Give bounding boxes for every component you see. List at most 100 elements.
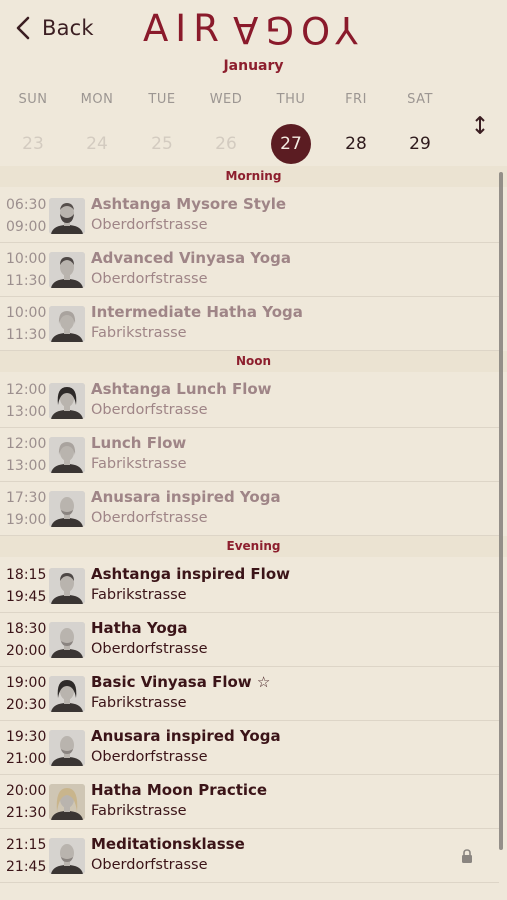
end-time: 21:30 [6, 805, 47, 821]
start-time: 20:00 [6, 783, 47, 799]
back-button[interactable]: Back [14, 12, 94, 44]
start-time: 12:00 [6, 382, 47, 398]
date-23[interactable]: 23 [13, 124, 53, 164]
class-row[interactable]: 19:00 20:30 Basic Vinyasa Flow ☆ Fabrikstra… [0, 667, 507, 721]
start-time: 06:30 [6, 197, 47, 213]
start-time: 19:30 [6, 729, 47, 745]
class-row[interactable]: 18:15 19:45 Ashtanga inspired Flow Fabrikst… [0, 559, 507, 613]
back-label: Back [42, 16, 94, 40]
date-selected[interactable]: 27 [271, 124, 311, 164]
scrollbar[interactable] [499, 172, 503, 850]
class-row[interactable]: 10:00 11:30 Intermediate Hatha Yoga Fabriks… [0, 297, 507, 351]
end-time: 13:00 [6, 458, 47, 474]
class-row[interactable]: 20:00 21:30 Hatha Moon Practice Fabrikstras… [0, 775, 507, 829]
avatar-man-short-hair [49, 252, 85, 288]
class-name: Basic Vinyasa Flow ☆ [91, 673, 271, 691]
avatar-man-bald [49, 622, 85, 658]
avatar-man-bald [49, 838, 85, 874]
date-26[interactable]: 26 [206, 124, 246, 164]
class-location: Oberdorfstrasse [91, 857, 208, 873]
teacher-avatar [49, 383, 85, 419]
class-name: Intermediate Hatha Yoga [91, 303, 303, 321]
avatar-man-bald [49, 730, 85, 766]
class-name: Meditationsklasse [91, 835, 245, 853]
section-header-noon: Noon [0, 351, 507, 372]
start-time: 10:00 [6, 251, 47, 267]
avatar-woman-light [49, 437, 85, 473]
weekday-mon: MON [80, 92, 114, 107]
date-29[interactable]: 29 [400, 124, 440, 164]
end-time: 20:30 [6, 697, 47, 713]
class-row[interactable]: 18:30 20:00 Hatha Yoga Oberdorfstrasse [0, 613, 507, 667]
weekday-tue: TUE [148, 92, 176, 107]
class-row[interactable]: 12:00 13:00 Ashtanga Lunch Flow Oberdorfstr… [0, 374, 507, 428]
weekday-thu: THU [276, 92, 306, 107]
end-time: 11:30 [6, 327, 47, 343]
class-location: Fabrikstrasse [91, 587, 187, 603]
class-row[interactable]: 17:30 19:00 Anusara inspired Yoga Oberdorfs… [0, 482, 507, 536]
end-time: 11:30 [6, 273, 47, 289]
class-location: Oberdorfstrasse [91, 402, 208, 418]
teacher-avatar [49, 491, 85, 527]
class-row[interactable]: 19:30 21:00 Anusara inspired Yoga Oberdorfs… [0, 721, 507, 775]
teacher-avatar [49, 784, 85, 820]
date-24[interactable]: 24 [77, 124, 117, 164]
class-row[interactable]: 10:00 11:30 Advanced Vinyasa Yoga Oberdorfs… [0, 243, 507, 297]
logo-text-right: YOGA [225, 8, 358, 51]
class-row[interactable]: 12:00 13:00 Lunch Flow Fabrikstrasse [0, 428, 507, 482]
teacher-avatar [49, 437, 85, 473]
lock-icon [462, 849, 472, 863]
teacher-avatar [49, 676, 85, 712]
end-time: 09:00 [6, 219, 47, 235]
class-name: Anusara inspired Yoga [91, 727, 281, 745]
class-name: Ashtanga inspired Flow [91, 565, 290, 583]
month-label: January [223, 58, 284, 74]
teacher-avatar [49, 306, 85, 342]
class-name: Anusara inspired Yoga [91, 488, 281, 506]
class-name: Lunch Flow [91, 434, 187, 452]
class-row[interactable]: 06:30 09:00 Ashtanga Mysore Style Oberdorfs… [0, 189, 507, 243]
start-time: 10:00 [6, 305, 47, 321]
start-time: 19:00 [6, 675, 47, 691]
weekday-sat: SAT [407, 92, 433, 107]
start-time: 18:15 [6, 567, 47, 583]
teacher-avatar [49, 622, 85, 658]
end-time: 20:00 [6, 643, 47, 659]
weekday-fri: FRI [345, 92, 367, 107]
chevron-left-icon [16, 16, 30, 40]
class-location: Oberdorfstrasse [91, 217, 208, 233]
class-name: Advanced Vinyasa Yoga [91, 249, 291, 267]
avatar-man-bald [49, 491, 85, 527]
teacher-avatar [49, 568, 85, 604]
class-location: Fabrikstrasse [91, 325, 187, 341]
weekday-wed: WED [209, 92, 243, 107]
class-name: Hatha Moon Practice [91, 781, 268, 799]
class-name: Ashtanga Lunch Flow [91, 380, 272, 398]
section-header-evening: Evening [0, 536, 507, 557]
class-location: Oberdorfstrasse [91, 510, 208, 526]
class-row[interactable]: 21:15 21:45 Meditationsklasse Oberdorfstras… [0, 829, 507, 883]
class-list[interactable]: Morning 06:30 09:00 Ashtanga Mysore Style Ob… [0, 166, 507, 900]
teacher-avatar [49, 730, 85, 766]
avatar-woman-dark-hair [49, 383, 85, 419]
class-location: Fabrikstrasse [91, 456, 187, 472]
expand-vertical-icon[interactable] [471, 114, 489, 136]
start-time: 21:15 [6, 837, 47, 853]
class-location: Oberdorfstrasse [91, 641, 208, 657]
date-28[interactable]: 28 [336, 124, 376, 164]
end-time: 19:00 [6, 512, 47, 528]
end-time: 21:00 [6, 751, 47, 767]
class-location: Fabrikstrasse [91, 695, 187, 711]
end-time: 19:45 [6, 589, 47, 605]
app-logo: AIR YOGA [143, 8, 358, 51]
date-25[interactable]: 25 [142, 124, 182, 164]
class-location: Oberdorfstrasse [91, 749, 208, 765]
row-divider [0, 882, 499, 883]
class-name: Ashtanga Mysore Style [91, 195, 287, 213]
avatar-woman-light [49, 306, 85, 342]
class-location: Oberdorfstrasse [91, 271, 208, 287]
class-name: Hatha Yoga [91, 619, 188, 637]
end-time: 21:45 [6, 859, 47, 875]
teacher-avatar [49, 252, 85, 288]
class-location: Fabrikstrasse [91, 803, 187, 819]
